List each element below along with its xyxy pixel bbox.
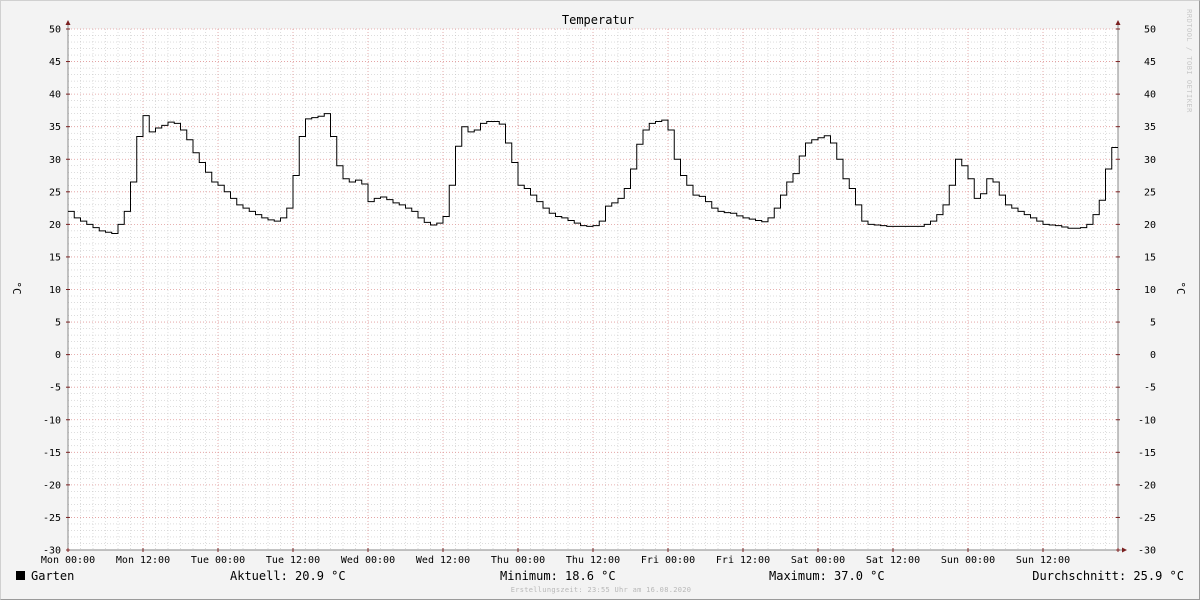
y-tick-label-left: 45 <box>49 57 61 68</box>
x-tick-label: Sat 00:00 <box>791 555 845 566</box>
y-tick-label-left: 50 <box>49 25 61 36</box>
stat-durchschnitt: Durchschnitt: 25.9 °C <box>1032 569 1184 583</box>
y-tick-label-left: 40 <box>49 90 61 101</box>
chart-title: Temperatur <box>562 13 634 27</box>
temperature-chart: 50 5045 4540 4035 3530 3025 2520 2015 1510 105 50 0… <box>10 9 1193 566</box>
y-tick-label-left: -15 <box>43 448 61 459</box>
y-tick-label-left: 10 <box>49 285 61 296</box>
y-tick-label-right: 5 <box>1150 318 1156 329</box>
x-tick-label: Fri 12:00 <box>716 555 770 566</box>
y-tick-label-left: 25 <box>49 187 61 198</box>
stat-aktuell: Aktuell: 20.9 °C <box>230 569 346 583</box>
y-tick-label-left: 15 <box>49 252 61 263</box>
x-tick-label: Thu 12:00 <box>566 555 620 566</box>
rrdtool-watermark: RRDTOOL / TOBI OETIKER <box>1185 9 1193 113</box>
x-tick-label: Thu 00:00 <box>491 555 545 566</box>
y-tick-label-right: 20 <box>1144 220 1156 231</box>
y-tick-label-right: -25 <box>1138 513 1156 524</box>
y-axis-left-arrow <box>65 20 71 25</box>
x-tick-label: Fri 00:00 <box>641 555 695 566</box>
x-tick-label: Tue 12:00 <box>266 555 320 566</box>
y-tick-label-left: -20 <box>43 480 61 491</box>
stat-minimum: Minimum: 18.6 °C <box>500 569 616 583</box>
y-tick-label-right: -5 <box>1144 383 1156 394</box>
y-tick-label-left: -10 <box>43 415 61 426</box>
y-tick-label-left: 5 <box>55 318 61 329</box>
chart-frame: 50 50 45 45 40 40 35 35 30 30 25 25 20 20 15 15 10 10 5 5 0 0… <box>0 0 1200 600</box>
legend-label-garten: Garten <box>31 569 75 583</box>
stat-maximum: Maximum: 37.0 °C <box>769 569 885 583</box>
y-tick-label-right: 45 <box>1144 57 1156 68</box>
x-tick-label: Mon 12:00 <box>116 555 170 566</box>
y-tick-label-right: 30 <box>1144 155 1156 166</box>
y-tick-label-left: -25 <box>43 513 61 524</box>
y-tick-label-left: 35 <box>49 122 61 133</box>
x-tick-label: Wed 12:00 <box>416 555 470 566</box>
x-tick-label: Mon 00:00 <box>41 555 95 566</box>
creation-time: Erstellungszeit: 23:55 Uhr am 16.08.2020 <box>510 586 692 594</box>
y-tick-label-right: 0 <box>1150 350 1156 361</box>
y-axis-unit-left: °C <box>10 281 23 294</box>
x-tick-label: Sun 00:00 <box>941 555 995 566</box>
y-axis-right-arrow <box>1115 20 1121 25</box>
y-tick-label-left: 0 <box>55 350 61 361</box>
y-tick-label-right: 15 <box>1144 252 1156 263</box>
y-tick-label-right: -20 <box>1138 480 1156 491</box>
y-tick-label-right: 25 <box>1144 187 1156 198</box>
y-tick-label-left: 20 <box>49 220 61 231</box>
y-tick-label-left: 30 <box>49 155 61 166</box>
y-tick-label-right: 40 <box>1144 90 1156 101</box>
y-tick-label-right: -10 <box>1138 415 1156 426</box>
y-axis-unit-right: °C <box>1174 281 1187 294</box>
y-tick-label-right: 35 <box>1144 122 1156 133</box>
x-tick-label: Wed 00:00 <box>341 555 395 566</box>
y-tick-label-right: -30 <box>1138 546 1156 557</box>
x-tick-label: Sat 12:00 <box>866 555 920 566</box>
y-tick-label-right: 50 <box>1144 25 1156 36</box>
y-tick-label-right: 10 <box>1144 285 1156 296</box>
y-tick-label-right: -15 <box>1138 448 1156 459</box>
y-tick-label-left: -5 <box>49 383 61 394</box>
x-axis-arrow <box>1122 547 1127 553</box>
legend-swatch-garten <box>16 571 25 580</box>
x-tick-label: Sun 12:00 <box>1016 555 1070 566</box>
x-tick-label: Tue 00:00 <box>191 555 245 566</box>
